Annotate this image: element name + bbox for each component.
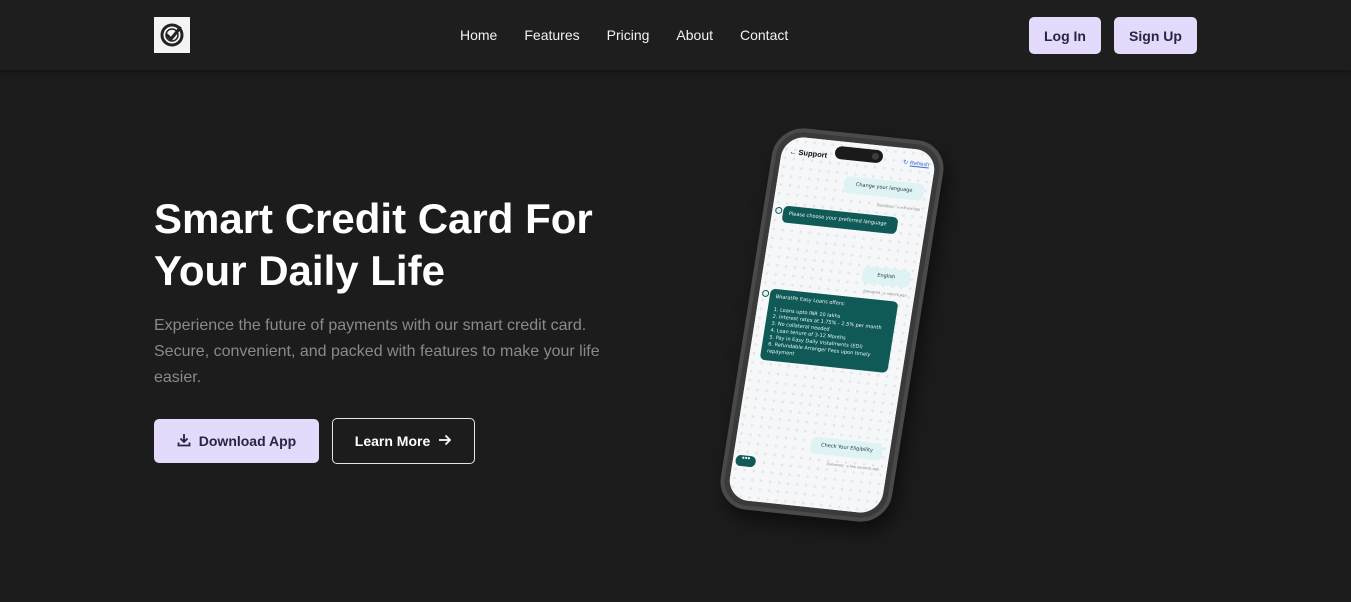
- hero-subtitle: Experience the future of payments with o…: [154, 317, 600, 386]
- chat-message-user: Change your language: [842, 175, 926, 201]
- hero-title: Smart Credit Card For Your Daily Life: [154, 193, 654, 297]
- download-icon: [177, 433, 191, 450]
- chat-message-user: Check Your Eligibility: [809, 436, 885, 461]
- hero-title-line-1: Smart Credit Card For: [154, 195, 593, 242]
- arrow-right-icon: [438, 433, 452, 449]
- chat-message-user: English: [860, 266, 912, 288]
- chat-message-bot: Please choose your preferred language: [781, 205, 899, 235]
- camera-dot: [871, 152, 880, 161]
- logo-icon[interactable]: [154, 17, 190, 53]
- nav-contact-link[interactable]: Contact: [740, 27, 788, 43]
- phone-mockup: ← Support ↻ Refresh Change your language…: [712, 118, 952, 530]
- hero-title-line-2: Your Daily Life: [154, 247, 445, 294]
- learn-more-label: Learn More: [354, 433, 431, 449]
- message-meta: Delivered · a few seconds ago: [826, 462, 880, 472]
- nav-home-link[interactable]: Home: [460, 27, 497, 43]
- main-nav: Home Features Pricing About Contact: [460, 27, 815, 43]
- message-meta: Delivered · a minute ago: [863, 289, 907, 298]
- chat-header-left: ← Support: [789, 147, 828, 160]
- download-app-button[interactable]: Download App: [154, 419, 319, 463]
- signup-button[interactable]: Sign Up: [1114, 17, 1197, 54]
- refresh-icon: ↻: [902, 159, 909, 167]
- chat-message-bot-offer: BharatPe Easy Loans offers: 1. Loans upt…: [759, 288, 899, 373]
- nav-features-link[interactable]: Features: [524, 27, 579, 43]
- refresh-control[interactable]: ↻ Refresh: [902, 159, 930, 171]
- typing-indicator[interactable]: •••: [734, 453, 757, 468]
- refresh-link[interactable]: Refresh: [909, 161, 929, 169]
- chat-title: Support: [797, 147, 828, 160]
- top-navbar: Home Features Pricing About Contact Log …: [0, 0, 1351, 70]
- bot-avatar-icon: [761, 289, 770, 298]
- nav-about-link[interactable]: About: [676, 27, 713, 43]
- login-button[interactable]: Log In: [1029, 17, 1101, 54]
- back-arrow-icon[interactable]: ←: [789, 149, 797, 157]
- bot-avatar-icon: [774, 206, 783, 215]
- phone-screen: ← Support ↻ Refresh Change your language…: [726, 135, 938, 515]
- download-app-label: Download App: [198, 433, 297, 449]
- learn-more-button[interactable]: Learn More: [332, 418, 475, 464]
- message-meta: Delivered · a minute ago: [876, 203, 921, 212]
- phone-frame: ← Support ↻ Refresh Change your language…: [716, 125, 948, 525]
- nav-pricing-link[interactable]: Pricing: [607, 27, 650, 43]
